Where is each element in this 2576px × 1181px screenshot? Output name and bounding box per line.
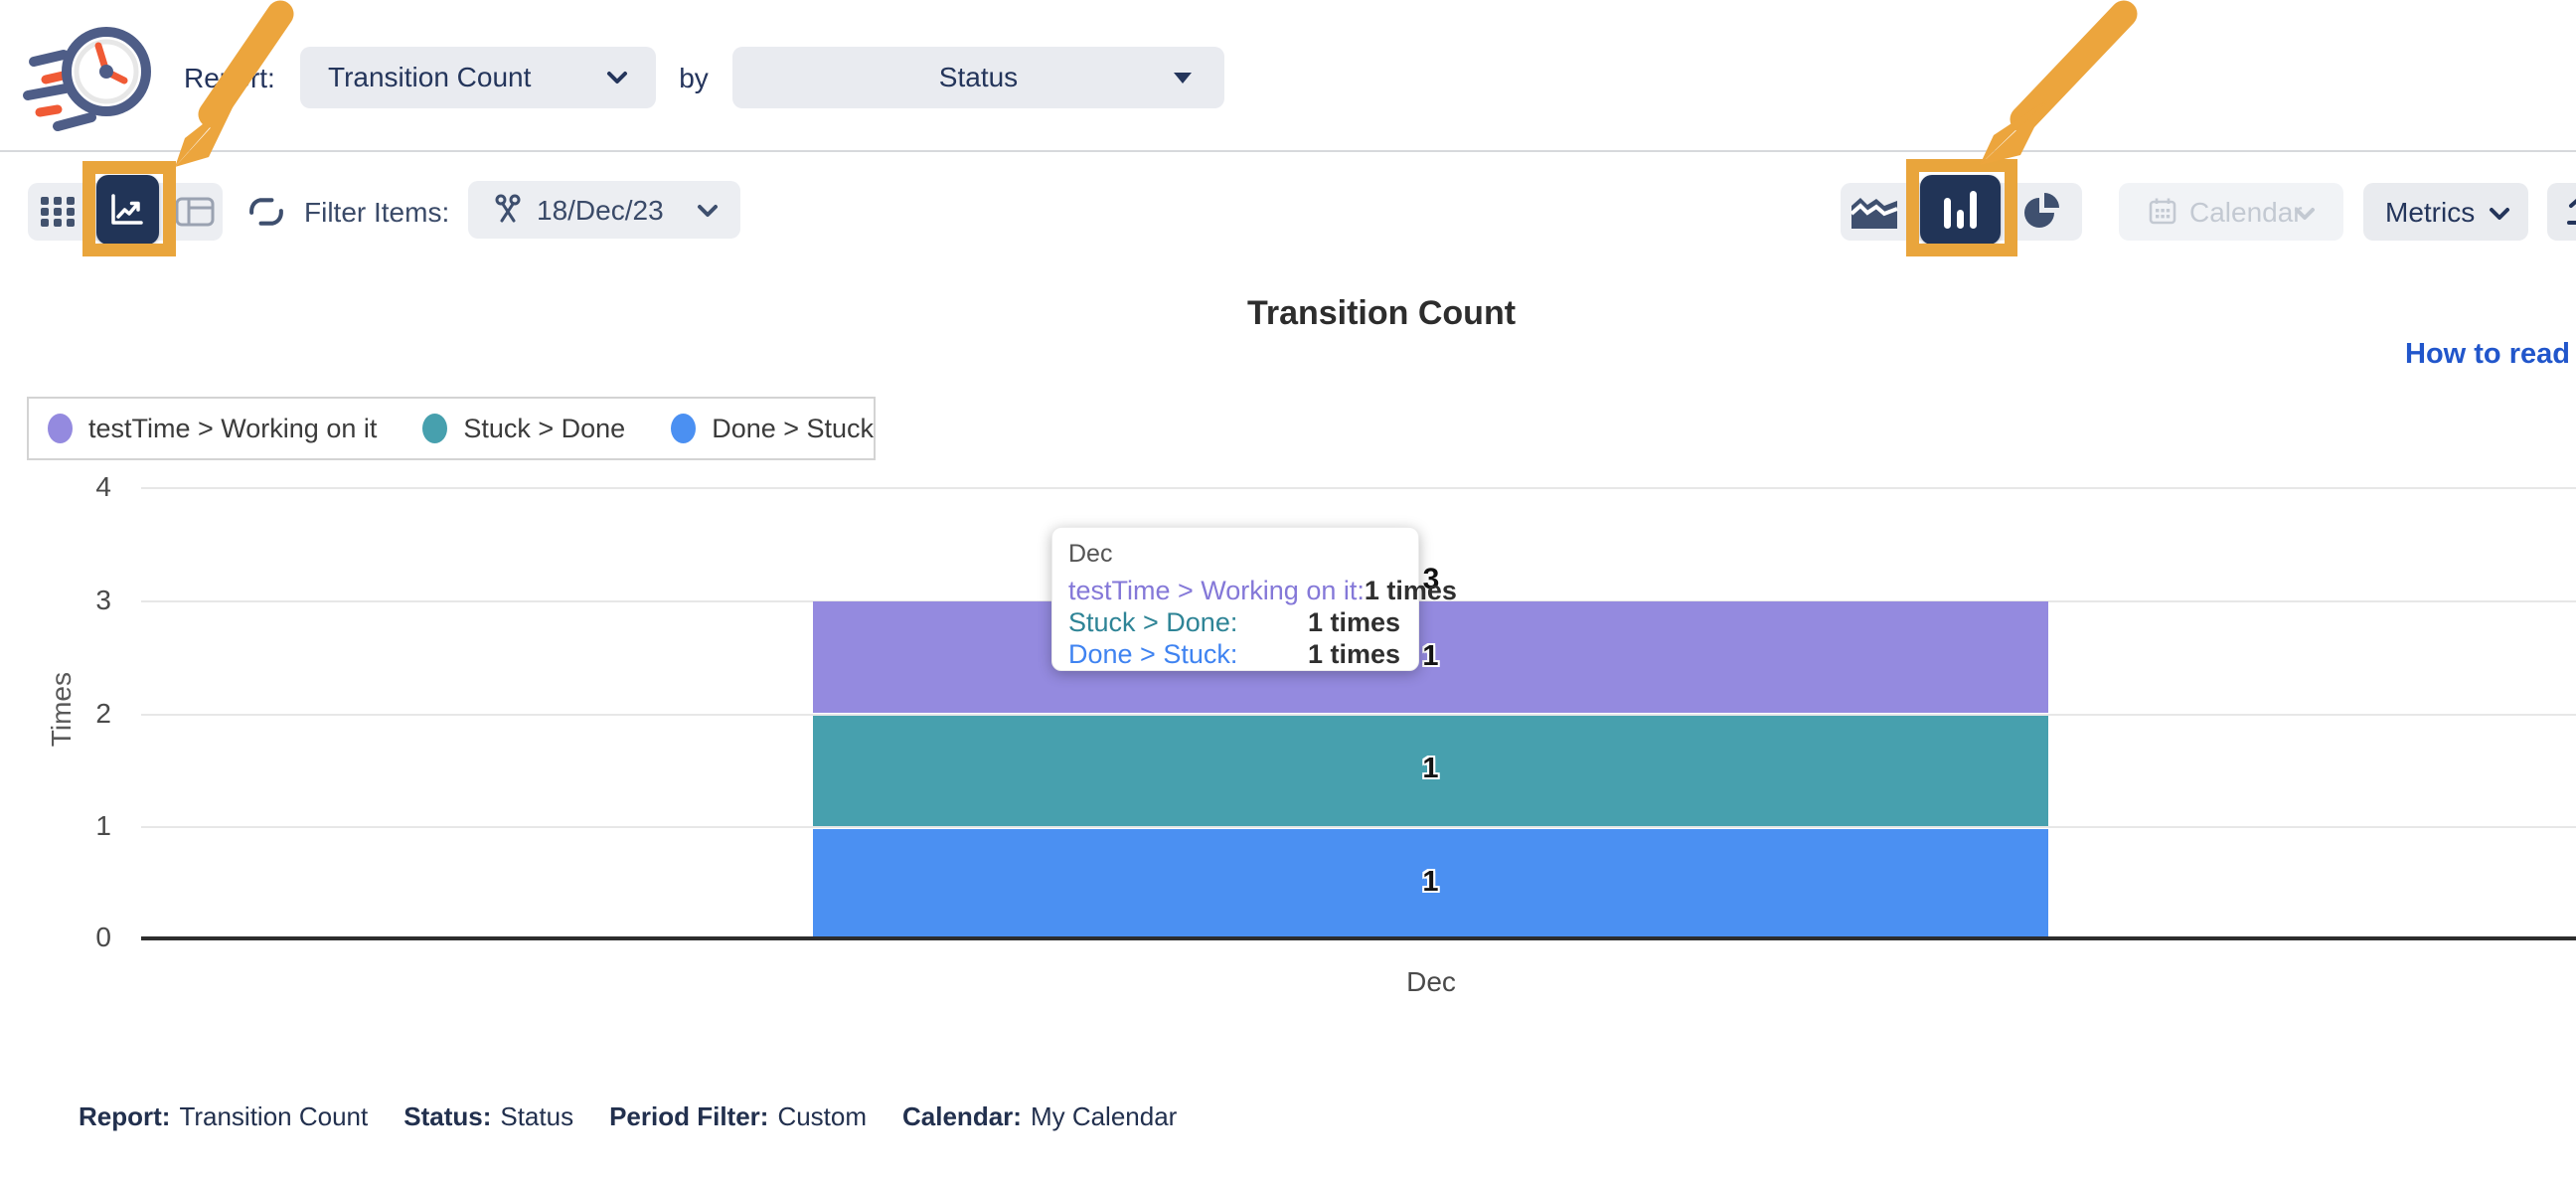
summary-value: Transition Count xyxy=(179,1101,368,1131)
by-label: by xyxy=(664,63,724,94)
app-logo xyxy=(18,12,159,147)
legend-dot-blue xyxy=(671,414,696,443)
report-label: Report: xyxy=(184,63,275,94)
date-filter-value: 18/Dec/23 xyxy=(537,195,664,227)
header-divider xyxy=(0,150,2576,152)
summary-value: Custom xyxy=(777,1101,867,1131)
calendar-label: Calendar xyxy=(2189,197,2303,229)
summary-pair: Calendar: My Calendar xyxy=(902,1101,1177,1132)
legend-label: Stuck > Done xyxy=(463,414,625,444)
summary-pair: Status: Status xyxy=(403,1101,573,1132)
tooltip-series-name: testTime > Working on it: xyxy=(1068,575,1365,606)
annotation-frame-bar-chart xyxy=(1906,159,2017,256)
app-window: Report: Transition Count by Status xyxy=(0,0,2576,1181)
x-tick-label: Dec xyxy=(1381,966,1481,998)
tooltip-row: Stuck > Done: 1 times xyxy=(1068,606,1400,638)
tooltip-row: testTime > Working on it: 1 times xyxy=(1068,575,1400,606)
triangle-down-icon xyxy=(1173,72,1193,84)
y-tick: 2 xyxy=(40,698,111,730)
report-type-dropdown[interactable]: Transition Count xyxy=(300,47,656,108)
calendar-icon xyxy=(2149,197,2176,225)
area-chart-icon[interactable] xyxy=(1851,193,1898,231)
refresh-icon[interactable] xyxy=(248,196,284,228)
bar-value-label: 1 xyxy=(813,866,2048,899)
how-to-read-link[interactable]: How to read th xyxy=(2405,338,2576,371)
summary-value: Status xyxy=(500,1101,573,1131)
chevron-down-icon xyxy=(2294,207,2316,222)
y-tick: 4 xyxy=(40,471,111,503)
gridline xyxy=(141,487,2576,489)
grid-view-icon[interactable] xyxy=(41,197,75,227)
group-by-dropdown[interactable]: Status xyxy=(732,47,1224,108)
legend-dot-purple xyxy=(48,414,73,443)
tooltip-series-name: Done > Stuck: xyxy=(1068,638,1237,670)
tooltip-header: Dec xyxy=(1068,540,1400,569)
export-button-partial[interactable] xyxy=(2547,183,2576,241)
chevron-down-icon xyxy=(606,71,628,85)
chart-tooltip: Dec testTime > Working on it: 1 times St… xyxy=(1051,527,1419,671)
legend-label: testTime > Working on it xyxy=(88,414,377,444)
summary-label: Status: xyxy=(403,1101,491,1131)
tooltip-series-name: Stuck > Done: xyxy=(1068,606,1237,638)
annotation-frame-chart-view xyxy=(82,161,176,256)
tooltip-row: Done > Stuck: 1 times xyxy=(1068,638,1400,670)
bar-value-label: 1 xyxy=(813,753,2048,785)
report-type-value: Transition Count xyxy=(328,62,531,93)
gridline xyxy=(141,826,2576,828)
pie-chart-icon[interactable] xyxy=(2020,191,2064,233)
chevron-down-icon xyxy=(2489,207,2510,222)
x-axis-line xyxy=(141,936,2576,940)
chevron-down-icon xyxy=(697,204,719,219)
metrics-dropdown[interactable]: Metrics xyxy=(2363,183,2528,241)
y-tick: 1 xyxy=(40,810,111,842)
chart-legend: testTime > Working on it Stuck > Done Do… xyxy=(27,397,876,460)
scissors-icon xyxy=(492,194,524,226)
export-icon xyxy=(2566,196,2576,228)
metrics-label: Metrics xyxy=(2385,197,2475,229)
bar-value-label: 1 xyxy=(813,640,2048,673)
date-filter-dropdown[interactable]: 18/Dec/23 xyxy=(468,181,740,239)
tooltip-series-value: 1 times xyxy=(1365,575,1457,606)
summary-label: Report: xyxy=(79,1101,170,1131)
filter-items-label: Filter Items: xyxy=(304,197,449,229)
summary-pair: Report: Transition Count xyxy=(79,1101,368,1132)
annotation-arrow-right xyxy=(1928,0,2142,184)
tooltip-series-value: 1 times xyxy=(1308,638,1400,670)
tooltip-series-value: 1 times xyxy=(1308,606,1400,638)
summary-label: Calendar: xyxy=(902,1101,1022,1131)
chart-title: Transition Count xyxy=(885,294,1878,333)
summary-value: My Calendar xyxy=(1031,1101,1177,1131)
table-view-icon[interactable] xyxy=(175,197,215,227)
legend-item[interactable]: Stuck > Done xyxy=(422,414,625,444)
legend-item[interactable]: testTime > Working on it xyxy=(48,414,377,444)
legend-label: Done > Stuck xyxy=(712,414,874,444)
report-summary: Report: Transition Count Status: Status Pe… xyxy=(79,1101,1212,1132)
y-tick: 0 xyxy=(40,922,111,953)
summary-pair: Period Filter: Custom xyxy=(609,1101,867,1132)
group-by-value: Status xyxy=(939,62,1018,93)
legend-item[interactable]: Done > Stuck xyxy=(671,414,874,444)
summary-label: Period Filter: xyxy=(609,1101,768,1131)
calendar-dropdown[interactable]: Calendar xyxy=(2119,183,2343,241)
y-tick: 3 xyxy=(40,585,111,616)
legend-dot-teal xyxy=(422,414,447,443)
